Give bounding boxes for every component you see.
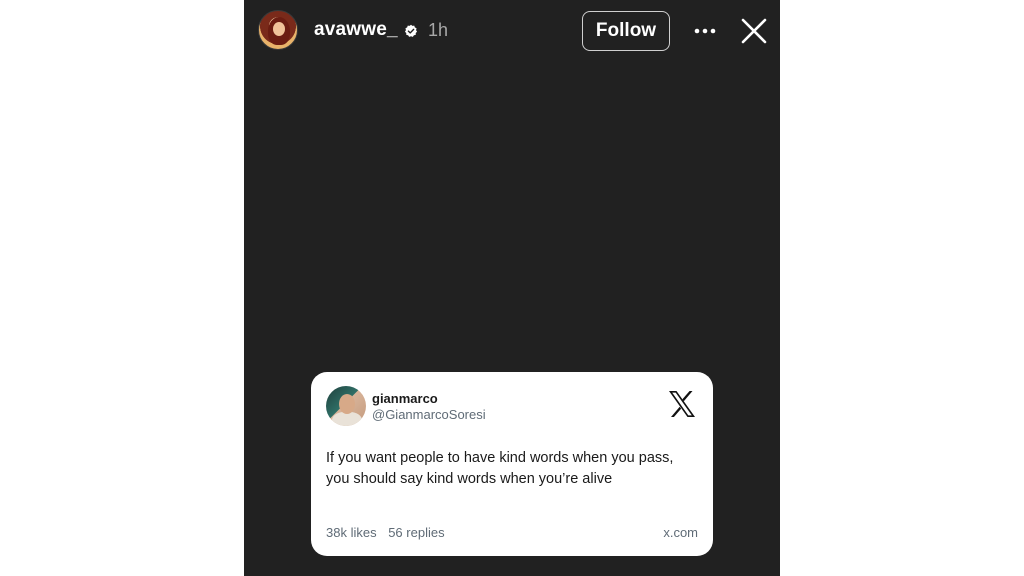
tweet-card[interactable]: gianmarco @GianmarcoSoresi If you want p… bbox=[311, 372, 713, 556]
tweet-text-line: you should say kind words when you’re al… bbox=[326, 471, 613, 487]
tweet-author-handle: @GianmarcoSoresi bbox=[372, 407, 486, 422]
more-options-icon[interactable] bbox=[692, 20, 718, 42]
tweet-author-avatar bbox=[326, 386, 366, 426]
tweet-replies: 56 replies bbox=[388, 525, 445, 540]
tweet-source-link[interactable]: x.com bbox=[663, 525, 698, 540]
story-username[interactable]: avawwe_ bbox=[314, 19, 398, 41]
tweet-likes: 38k likes bbox=[326, 525, 377, 540]
verified-badge-icon bbox=[404, 24, 418, 37]
follow-button[interactable]: Follow bbox=[582, 11, 670, 51]
tweet-author-name: gianmarco bbox=[372, 391, 438, 406]
tweet-stats: 38k likes 56 replies bbox=[326, 525, 445, 540]
story-viewer[interactable]: avawwe_ 1h Follow gianmarco @GianmarcoSo… bbox=[244, 0, 780, 576]
page: avawwe_ 1h Follow gianmarco @GianmarcoSo… bbox=[0, 0, 1024, 576]
close-icon[interactable] bbox=[740, 17, 768, 45]
avatar-face bbox=[273, 22, 285, 36]
story-time-ago: 1h bbox=[428, 20, 449, 40]
story-header: avawwe_ 1h Follow bbox=[244, 0, 780, 64]
x-logo-icon bbox=[669, 391, 695, 417]
tweet-text: If you want people to have kind words wh… bbox=[326, 448, 706, 490]
tweet-text-line: If you want people to have kind words wh… bbox=[326, 450, 674, 466]
avatar-head bbox=[339, 394, 355, 414]
avatar-body bbox=[332, 412, 362, 426]
user-avatar[interactable] bbox=[258, 10, 298, 50]
